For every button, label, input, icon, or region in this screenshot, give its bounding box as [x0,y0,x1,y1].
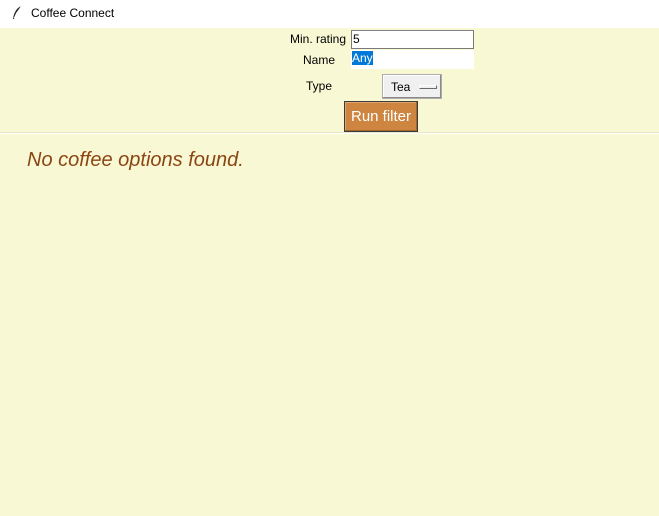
name-input-selected-text: Any [352,51,373,65]
type-option-value: Tea [391,80,411,94]
run-filter-button[interactable]: Run filter [344,101,418,132]
min-rating-input[interactable]: 5 [351,30,474,49]
empty-results-message: No coffee options found. [27,149,244,171]
type-option-menu[interactable]: Tea [382,74,442,99]
name-label: Name [303,53,336,67]
option-menu-indicator-icon [419,85,437,89]
window-title: Coffee Connect [31,6,115,20]
type-label: Type [306,79,333,93]
main-content: Min. rating 5 Name Any Type Tea Run filt… [0,28,659,516]
min-rating-label: Min. rating [290,32,347,46]
feather-icon [11,5,23,21]
title-bar: Coffee Connect [0,0,659,28]
name-input[interactable]: Any [351,50,474,69]
divider [0,132,659,134]
